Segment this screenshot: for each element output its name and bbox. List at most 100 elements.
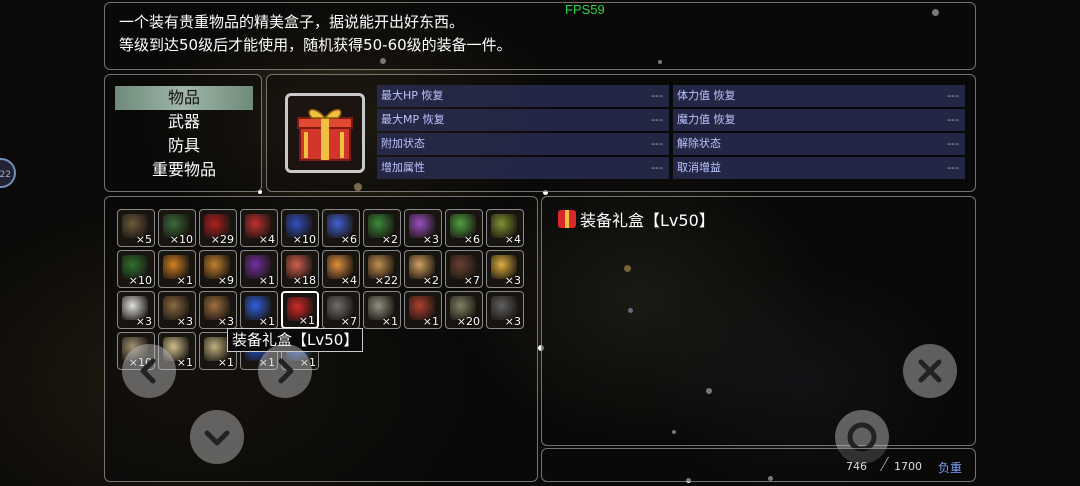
inventory-slot[interactable]: ×7 (445, 250, 483, 288)
stat-row: 魔力值 恢复 --- (673, 109, 965, 131)
weight-divider (867, 457, 890, 471)
item-count: ×1 (258, 274, 275, 287)
stat-value: --- (651, 113, 663, 126)
stat-label: 最大HP 恢复 (381, 89, 444, 102)
stat-value: --- (651, 161, 663, 174)
item-count: ×10 (292, 233, 316, 246)
stat-label: 增加属性 (381, 161, 425, 174)
item-count: ×20 (456, 315, 480, 328)
inventory-slot[interactable]: ×3 (486, 250, 524, 288)
category-armor-tab[interactable]: 防具 (115, 134, 253, 158)
item-count: ×9 (217, 274, 234, 287)
inventory-slot[interactable]: ×6 (322, 209, 360, 247)
category-weapons-tab[interactable]: 武器 (115, 110, 253, 134)
inventory-slot[interactable]: ×2 (363, 209, 401, 247)
item-count: ×18 (292, 274, 316, 287)
description-line-2: 等级到达50级后才能使用，随机获得50-60级的装备一件。 (119, 36, 512, 54)
stat-row: 附加状态 --- (377, 133, 669, 155)
stat-label: 体力值 恢复 (677, 89, 736, 102)
stat-value: --- (651, 89, 663, 102)
item-count: ×1 (298, 314, 315, 327)
detail-title-label: 装备礼盒【Lv50】 (580, 211, 715, 230)
stat-value: --- (947, 161, 959, 174)
inventory-slot[interactable]: ×1 (158, 250, 196, 288)
item-description-panel: 一个装有贵重物品的精美盒子，据说能开出好东西。 等级到达50级后才能使用，随机获… (104, 2, 976, 70)
item-count: ×7 (340, 315, 357, 328)
chevron-left-icon (140, 358, 156, 384)
inventory-slot[interactable]: ×22 (363, 250, 401, 288)
detail-title: 装备礼盒【Lv50】 (558, 207, 715, 231)
item-count: ×4 (258, 233, 275, 246)
item-count: ×1 (422, 315, 439, 328)
stat-value: --- (651, 137, 663, 150)
inventory-slot[interactable]: ×3 (158, 291, 196, 329)
item-count: ×5 (135, 233, 152, 246)
inventory-slot[interactable]: ×18 (281, 250, 319, 288)
inventory-slot[interactable]: ×3 (199, 291, 237, 329)
item-count: ×3 (504, 274, 521, 287)
item-count: ×3 (217, 315, 234, 328)
item-count: ×4 (340, 274, 357, 287)
inventory-slot[interactable]: ×1 (240, 291, 278, 329)
item-count: ×3 (504, 315, 521, 328)
item-count: ×7 (463, 274, 480, 287)
stat-label: 魔力值 恢复 (677, 113, 736, 126)
inventory-slot[interactable]: ×5 (117, 209, 155, 247)
gift-box-icon (285, 93, 365, 173)
item-count: ×2 (381, 233, 398, 246)
stat-row: 体力值 恢复 --- (673, 85, 965, 107)
weight-max: 1700 (894, 460, 922, 473)
inventory-slot[interactable]: ×3 (404, 209, 442, 247)
inventory-slot[interactable]: ×4 (486, 209, 524, 247)
item-count: ×10 (128, 274, 152, 287)
stat-row: 最大HP 恢复 --- (377, 85, 669, 107)
category-key-items-tab[interactable]: 重要物品 (115, 158, 253, 182)
inventory-slot[interactable]: ×4 (322, 250, 360, 288)
item-count: ×1 (217, 356, 234, 369)
item-count: ×4 (504, 233, 521, 246)
inventory-slot[interactable]: ×1 (281, 291, 319, 329)
chevron-right-icon (278, 358, 294, 384)
item-count: ×3 (176, 315, 193, 328)
description-line-1: 一个装有贵重物品的精美盒子，据说能开出好东西。 (119, 13, 465, 31)
inventory-slot[interactable]: ×7 (322, 291, 360, 329)
close-button[interactable] (903, 344, 957, 398)
inventory-slot[interactable]: ×4 (240, 209, 278, 247)
inventory-slot[interactable]: ×3 (486, 291, 524, 329)
inventory-slot[interactable]: ×2 (404, 250, 442, 288)
stat-row: 取消增益 --- (673, 157, 965, 179)
stat-value: --- (947, 89, 959, 102)
item-count: ×2 (422, 274, 439, 287)
close-icon (918, 359, 942, 383)
inventory-slot[interactable]: ×6 (445, 209, 483, 247)
gift-box-large-graphic (297, 108, 353, 161)
item-count: ×1 (258, 315, 275, 328)
inventory-slot[interactable]: ×1 (363, 291, 401, 329)
stat-label: 取消增益 (677, 161, 721, 174)
inventory-slot[interactable]: ×29 (199, 209, 237, 247)
side-badge[interactable]: 22 (0, 158, 16, 188)
stat-label: 解除状态 (677, 137, 721, 150)
item-count: ×1 (381, 315, 398, 328)
inventory-slot[interactable]: ×10 (281, 209, 319, 247)
inventory-slot[interactable]: ×1 (240, 250, 278, 288)
inventory-slot[interactable]: ×10 (158, 209, 196, 247)
inventory-slot[interactable]: ×20 (445, 291, 483, 329)
item-count: ×6 (340, 233, 357, 246)
prev-page-button[interactable] (122, 344, 176, 398)
inventory-slot[interactable]: ×1 (404, 291, 442, 329)
item-count: ×3 (135, 315, 152, 328)
gift-box-icon (558, 210, 576, 228)
item-detail-panel (541, 196, 976, 446)
category-items-tab[interactable]: 物品 (115, 86, 253, 110)
fps-counter: FPS59 (565, 2, 605, 17)
inventory-slot[interactable]: ×10 (117, 250, 155, 288)
inventory-slot[interactable]: ×9 (199, 250, 237, 288)
item-count: ×3 (422, 233, 439, 246)
inventory-slot[interactable]: ×3 (117, 291, 155, 329)
item-count: ×29 (210, 233, 234, 246)
weight-panel: 746 1700 负重 (541, 448, 976, 482)
next-page-button[interactable] (258, 344, 312, 398)
item-count: ×1 (176, 356, 193, 369)
scroll-down-button[interactable] (190, 410, 244, 464)
